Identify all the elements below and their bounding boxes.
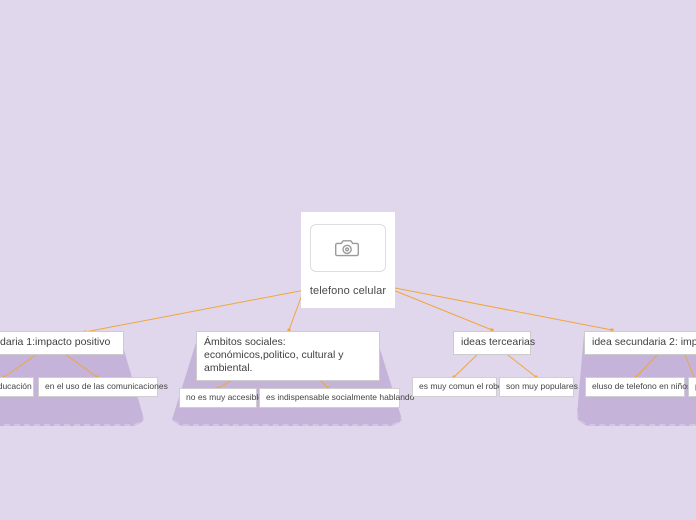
leaf-node-4-1[interactable]: eluso de telefono en niños (585, 377, 691, 397)
leaf-node-2-1[interactable]: no es muy accesible (179, 388, 263, 408)
branch-node-1[interactable]: secundaria 1:impacto positivo (0, 331, 124, 355)
leaf-node-2-2[interactable]: es indispensable socialmente hablando (259, 388, 414, 408)
connector-root-to-branch-1 (84, 289, 306, 333)
camera-icon (335, 240, 359, 257)
branch-node-4[interactable]: idea secundaria 2: impac (584, 331, 696, 355)
connector-branch-3-to-child-2 (503, 351, 537, 378)
mindmap-canvas: telefono celular secundaria 1:impacto po… (0, 0, 696, 520)
leaf-node-4-2[interactable]: p (688, 377, 696, 397)
connector-branch-3-to-child-1 (453, 351, 481, 378)
branch-node-3[interactable]: ideas tercearias (453, 331, 535, 355)
connector-root-to-branch-4 (394, 287, 613, 331)
connector-root-to-branch-3 (392, 289, 493, 331)
root-image-placeholder[interactable] (310, 224, 386, 272)
leaf-node-3-1[interactable]: es muy comun el robo (412, 377, 503, 397)
branch-node-2[interactable]: Ámbitos sociales: económicos,politico, c… (196, 331, 380, 381)
leaf-node-1-2[interactable]: en el uso de las comunicaciones (38, 377, 168, 397)
leaf-node-3-2[interactable]: son muy populares (499, 377, 578, 397)
root-node[interactable]: telefono celular (301, 212, 395, 308)
root-label: telefono celular (309, 285, 387, 297)
leaf-node-1-1[interactable]: educación (0, 377, 34, 397)
